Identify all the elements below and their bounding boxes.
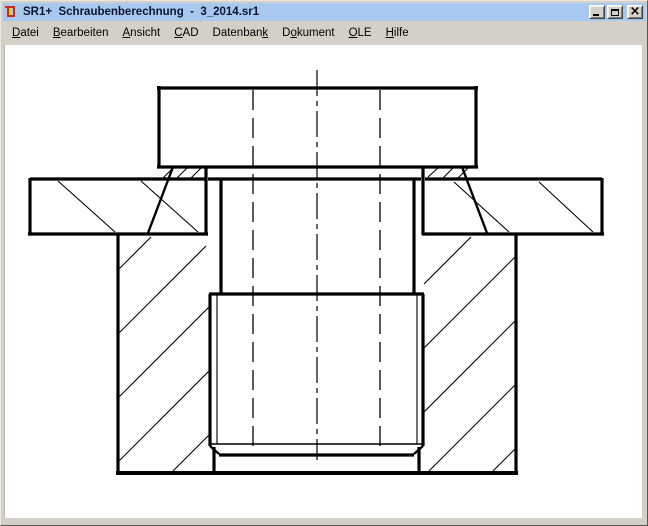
minimize-button[interactable]	[589, 5, 605, 19]
titlebar[interactable]: SR1+ Schraubenberechnung - 3_2014.sr1 ×	[3, 3, 645, 21]
close-button[interactable]: ×	[627, 5, 643, 19]
menubar: DateiBearbeitenAnsichtCADDatenbankDokume…	[3, 22, 645, 45]
drawing-canvas[interactable]	[4, 45, 642, 518]
window-title: SR1+ Schraubenberechnung - 3_2014.sr1	[23, 6, 585, 18]
sr1-app-icon	[5, 5, 19, 19]
menu-item-ansicht[interactable]: Ansicht	[116, 24, 168, 43]
menu-item-datenbank[interactable]: Datenbank	[206, 24, 276, 43]
window-controls: ×	[589, 5, 643, 19]
menu-item-ole[interactable]: OLE	[342, 24, 379, 43]
close-icon: ×	[630, 6, 641, 17]
menu-item-bearbeiten[interactable]: Bearbeiten	[46, 24, 116, 43]
menu-item-hilfe[interactable]: Hilfe	[379, 24, 416, 43]
app-icon-part	[10, 8, 12, 15]
menu-item-cad[interactable]: CAD	[167, 24, 205, 43]
maximize-icon	[611, 9, 619, 16]
menu-item-datei[interactable]: Datei	[5, 24, 46, 43]
maximize-button[interactable]	[607, 5, 623, 19]
minimize-icon	[593, 14, 599, 16]
menu-item-dokument[interactable]: Dokument	[275, 24, 341, 43]
app-window: SR1+ Schraubenberechnung - 3_2014.sr1 × …	[0, 0, 648, 526]
